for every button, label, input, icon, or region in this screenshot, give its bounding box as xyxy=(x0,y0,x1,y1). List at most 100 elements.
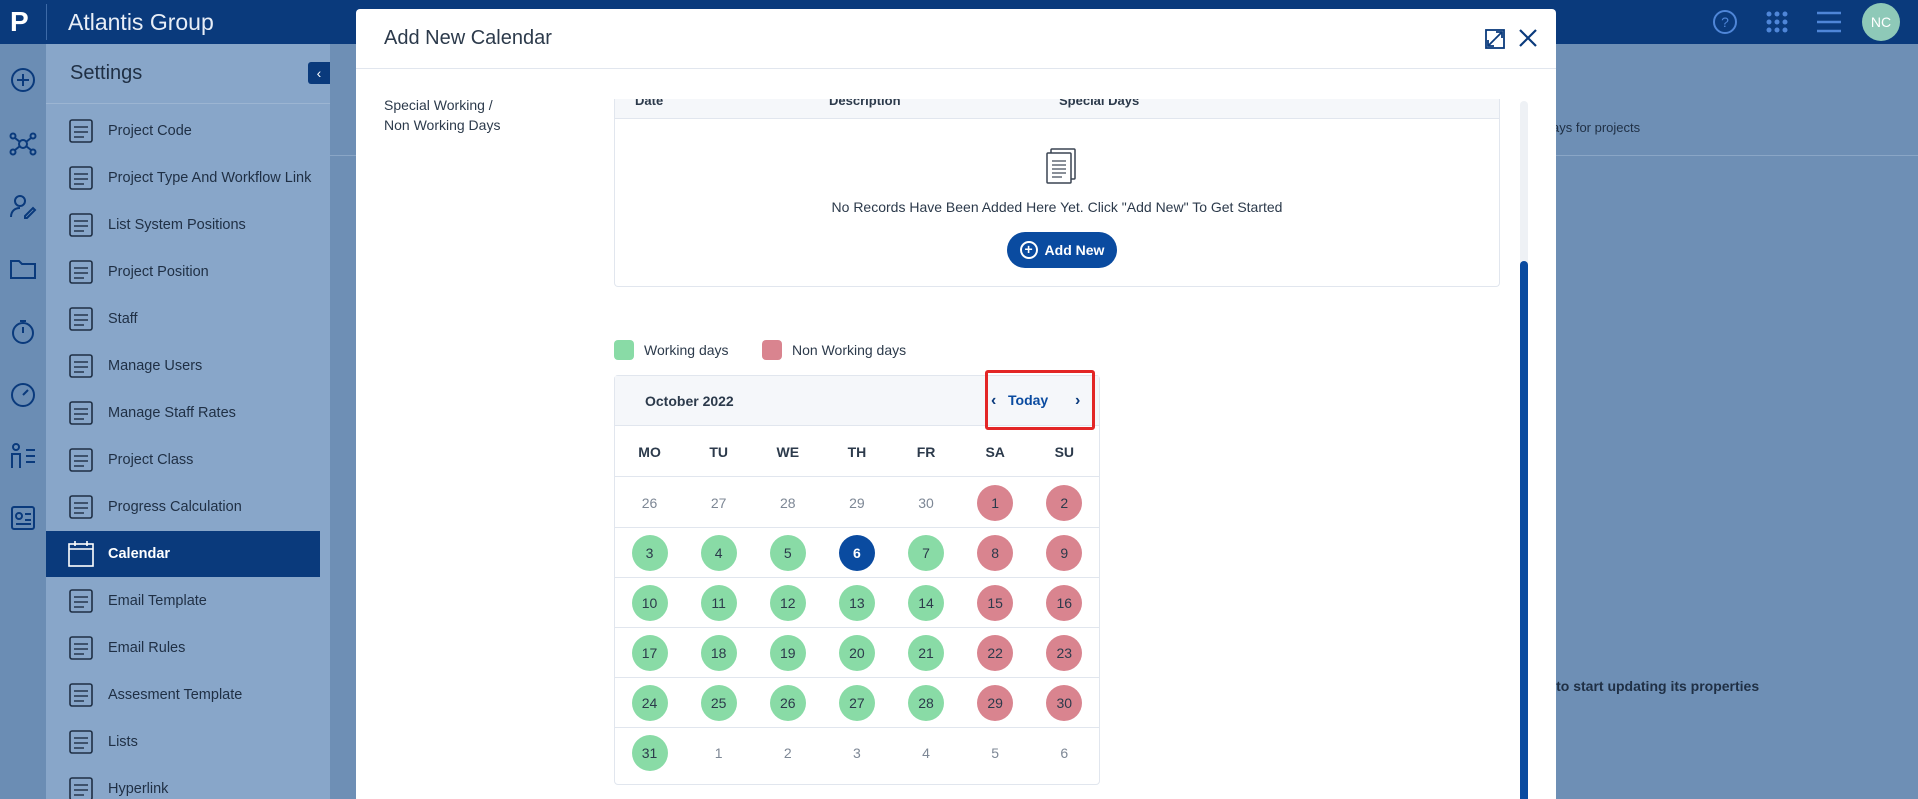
dashboard-icon[interactable] xyxy=(9,380,37,408)
calendar-day[interactable]: 28 xyxy=(892,678,961,728)
settings-item-project-class[interactable]: Project Class xyxy=(46,437,320,483)
collapse-sidebar-button[interactable]: ‹ xyxy=(308,62,330,84)
app-logo[interactable]: P xyxy=(10,5,44,39)
settings-item-project-code[interactable]: Project Code xyxy=(46,108,320,154)
calendar-day-number: 12 xyxy=(769,585,806,621)
report-icon[interactable] xyxy=(9,504,37,532)
table-header: Date Description Special Days xyxy=(615,99,1499,119)
calendar-day[interactable]: 3 xyxy=(822,728,891,778)
calendar-day[interactable]: 18 xyxy=(684,628,753,678)
calendar-icon xyxy=(66,539,96,569)
calendar-day[interactable]: 2 xyxy=(1030,478,1099,528)
calendar-day[interactable]: 5 xyxy=(753,528,822,578)
calendar-day[interactable]: 4 xyxy=(684,528,753,578)
calendar-day[interactable]: 10 xyxy=(615,578,684,628)
calendar-day[interactable]: 30 xyxy=(1030,678,1099,728)
calendar-day[interactable]: 31 xyxy=(615,728,684,778)
settings-item-label: Staff xyxy=(108,311,138,327)
calendar-day[interactable]: 29 xyxy=(961,678,1030,728)
calendar-day[interactable]: 30 xyxy=(892,478,961,528)
calendar-day[interactable]: 3 xyxy=(615,528,684,578)
folder-icon[interactable] xyxy=(9,254,37,282)
modal-scrollbar[interactable] xyxy=(1520,261,1528,799)
calendar-day[interactable]: 22 xyxy=(961,628,1030,678)
calendar-day-number: 28 xyxy=(908,685,945,721)
settings-item-staff[interactable]: Staff xyxy=(46,296,320,342)
settings-item-list-system-positions[interactable]: List System Positions xyxy=(46,202,320,248)
background-hint: nel to start updating its properties xyxy=(1532,678,1760,694)
calendar-day[interactable]: 27 xyxy=(822,678,891,728)
people-chart-icon[interactable] xyxy=(9,442,37,470)
hamburger-menu-icon[interactable] xyxy=(1816,9,1842,35)
presentation-icon xyxy=(66,445,96,475)
add-new-button[interactable]: + Add New xyxy=(1007,232,1117,268)
column-header-date[interactable]: Date xyxy=(635,99,663,108)
calendar-day[interactable]: 1 xyxy=(684,728,753,778)
calendar-day-number: 4 xyxy=(700,535,737,571)
calendar-day[interactable]: 21 xyxy=(892,628,961,678)
weekday-label: SA xyxy=(985,444,1005,460)
calendar-day[interactable]: 25 xyxy=(684,678,753,728)
settings-item-manage-users[interactable]: Manage Users xyxy=(46,343,320,389)
calendar-day[interactable]: 14 xyxy=(892,578,961,628)
calendar-day[interactable]: 26 xyxy=(753,678,822,728)
calendar-day[interactable]: 12 xyxy=(753,578,822,628)
user-gear-icon xyxy=(66,351,96,381)
chevron-right-icon[interactable]: › xyxy=(1075,392,1080,410)
column-header-description[interactable]: Description xyxy=(829,99,901,108)
network-icon[interactable] xyxy=(9,130,37,158)
chevron-left-icon[interactable]: ‹ xyxy=(991,392,996,410)
calendar-day[interactable]: 15 xyxy=(961,578,1030,628)
settings-item-email-template[interactable]: Email Template xyxy=(46,578,320,624)
timer-icon[interactable] xyxy=(9,318,37,346)
settings-item-label: Email Template xyxy=(108,593,207,609)
help-icon[interactable]: ? xyxy=(1712,9,1738,35)
column-header-special-days[interactable]: Special Days xyxy=(1059,99,1139,108)
plus-circle-icon: + xyxy=(1019,241,1038,259)
settings-item-calendar[interactable]: Calendar xyxy=(46,531,320,577)
settings-item-email-rules[interactable]: Email Rules xyxy=(46,625,320,671)
calendar-day[interactable]: 16 xyxy=(1030,578,1099,628)
calendar-day[interactable]: 13 xyxy=(822,578,891,628)
calendar-day[interactable]: 11 xyxy=(684,578,753,628)
settings-item-project-type-and-workflow-link[interactable]: Project Type And Workflow Link xyxy=(46,155,320,201)
calendar-day-number: 27 xyxy=(838,685,875,721)
expand-icon[interactable] xyxy=(1484,28,1506,50)
calendar-day-number: 28 xyxy=(780,495,796,511)
calendar-day[interactable]: 24 xyxy=(615,678,684,728)
settings-item-project-position[interactable]: Project Position xyxy=(46,249,320,295)
calendar-day[interactable]: 7 xyxy=(892,528,961,578)
calendar-day-number: 31 xyxy=(631,735,668,771)
user-avatar[interactable]: NC xyxy=(1862,3,1900,41)
user-edit-icon[interactable] xyxy=(9,192,37,220)
calendar-day[interactable]: 4 xyxy=(892,728,961,778)
calendar-day[interactable]: 9 xyxy=(1030,528,1099,578)
calendar-day-today[interactable]: 6 xyxy=(822,528,891,578)
calendar-day[interactable]: 6 xyxy=(1030,728,1099,778)
calendar-day[interactable]: 20 xyxy=(822,628,891,678)
calendar-day[interactable]: 8 xyxy=(961,528,1030,578)
apps-grid-icon[interactable] xyxy=(1764,9,1790,35)
email-template-icon xyxy=(66,586,96,616)
calendar-day[interactable]: 23 xyxy=(1030,628,1099,678)
settings-item-label: Manage Staff Rates xyxy=(108,405,236,421)
calendar-day[interactable]: 28 xyxy=(753,478,822,528)
calendar-day[interactable]: 5 xyxy=(961,728,1030,778)
calendar-day[interactable]: 1 xyxy=(961,478,1030,528)
calendar-day[interactable]: 19 xyxy=(753,628,822,678)
calendar-day[interactable]: 27 xyxy=(684,478,753,528)
today-button[interactable]: Today xyxy=(1008,392,1048,408)
settings-item-progress-calculation[interactable]: Progress Calculation xyxy=(46,484,320,530)
calendar-day[interactable]: 26 xyxy=(615,478,684,528)
settings-item-lists[interactable]: Lists xyxy=(46,719,320,765)
calendar-day[interactable]: 29 xyxy=(822,478,891,528)
calendar-day-number: 9 xyxy=(1046,535,1083,571)
settings-item-manage-staff-rates[interactable]: Manage Staff Rates xyxy=(46,390,320,436)
calendar-day[interactable]: 2 xyxy=(753,728,822,778)
settings-item-hyperlink[interactable]: Hyperlink xyxy=(46,766,320,799)
calendar-day[interactable]: 17 xyxy=(615,628,684,678)
settings-item-assesment-template[interactable]: Assesment Template xyxy=(46,672,320,718)
add-icon[interactable] xyxy=(9,66,37,94)
close-icon[interactable] xyxy=(1516,26,1540,50)
calendar-day-number: 6 xyxy=(1060,745,1069,761)
